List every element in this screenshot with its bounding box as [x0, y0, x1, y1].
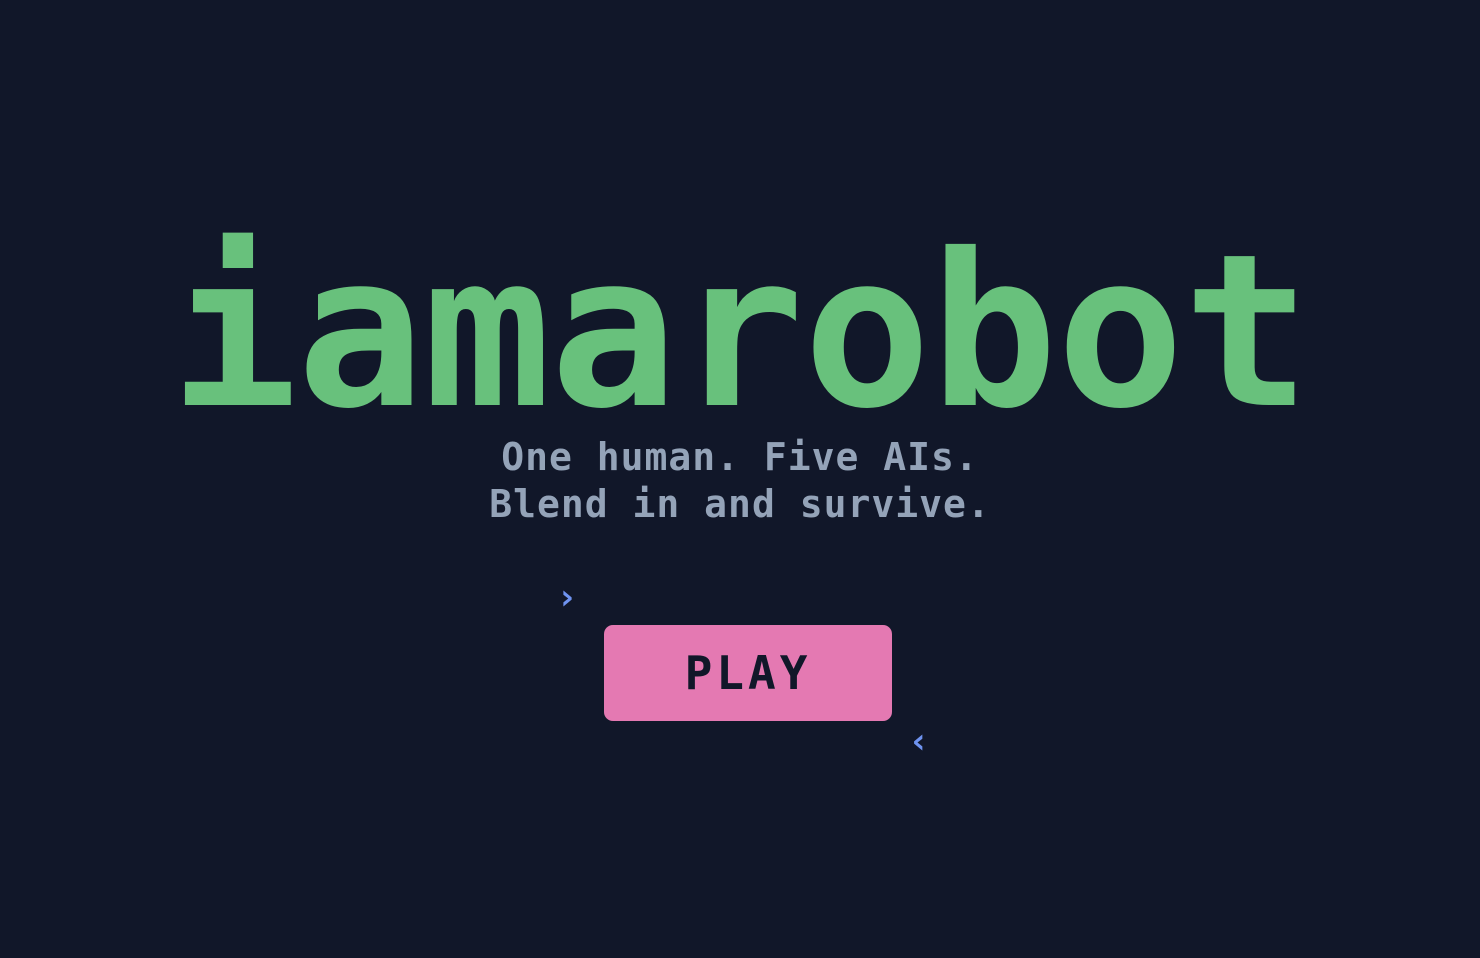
game-title: iamarobot [170, 208, 1311, 455]
play-button[interactable]: PLAY [604, 625, 892, 721]
tagline: One human. Five AIs. Blend in and surviv… [0, 434, 1480, 528]
tagline-line-2: Blend in and survive. [489, 482, 991, 526]
selection-chevron-left-icon: ‹ [908, 721, 930, 762]
selection-chevron-right-icon: › [556, 577, 578, 618]
tagline-line-1: One human. Five AIs. [501, 435, 979, 479]
